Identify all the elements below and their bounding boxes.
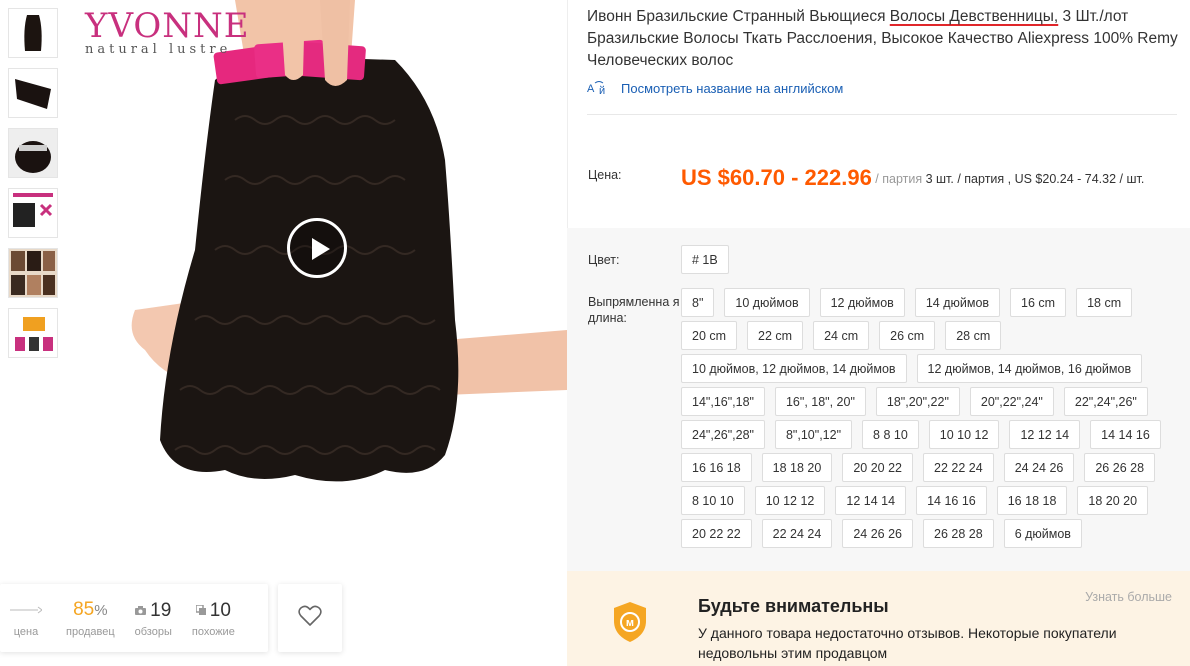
stat-seller[interactable]: 85% продавец [56,598,125,638]
length-option[interactable]: 8" [681,288,715,317]
heart-icon [298,605,322,632]
price-detail: 3 шт. / партия , US $20.24 - 74.32 / шт. [925,172,1145,186]
length-option[interactable]: 18 cm [1076,288,1133,317]
length-option[interactable]: 18 18 20 [761,453,833,482]
length-option[interactable]: 10 12 12 [754,486,826,515]
length-option[interactable]: 24 24 26 [1003,453,1075,482]
title-text-1: Ивонн Бразильские Странный Вьющиеся [587,8,890,25]
wishlist-button[interactable] [278,584,342,652]
price-label: Цена: [588,168,622,182]
length-option[interactable]: 10 10 12 [928,420,1000,449]
divider [587,114,1177,115]
seller-rating-unit: % [94,602,108,619]
warning-heading: Будьте внимательны [698,596,889,616]
length-option[interactable]: 16 16 18 [681,453,752,482]
stat-reviews-label: обзоры [134,626,172,638]
length-option[interactable]: 26 26 28 [1084,453,1156,482]
product-stats-bar: цена 85% продавец 19 обзоры 10 похожие [0,584,268,652]
translate-link[interactable]: Aй Посмотреть название на английском [587,80,1182,98]
price-trend-icon [10,598,43,622]
length-option[interactable]: 26 cm [879,321,936,350]
translate-link-text[interactable]: Посмотреть название на английском [621,81,843,96]
thumbnail-6[interactable] [8,308,58,358]
learn-more-link[interactable]: Узнать больше [1085,590,1172,604]
length-option[interactable]: 22 22 24 [923,453,994,482]
length-option[interactable]: 14 14 16 [1090,420,1161,449]
thumbnail-1[interactable] [8,8,58,58]
length-option[interactable]: 28 cm [945,321,1002,350]
price-unit: / партия [875,172,923,186]
similar-count: 10 [209,600,231,621]
thumbnail-list [8,8,58,368]
length-options: 8" 10 дюймов 12 дюймов 14 дюймов 16 cm 18 cm 2… [681,288,1181,552]
stat-price[interactable]: цена [0,598,56,638]
product-page: YVONNE natural lustre цена 85% продавец … [0,0,1190,666]
play-video-icon[interactable] [287,218,347,278]
length-option[interactable]: 18",20",22" [875,387,960,416]
color-label: Цвет: [588,253,620,267]
title-text-underlined: Волосы Девственницы, [889,8,1059,25]
length-option[interactable]: 12 14 14 [835,486,907,515]
brand-logo: YVONNE natural lustre [85,6,250,57]
length-option[interactable]: 24 cm [813,321,870,350]
length-option[interactable]: 24 26 26 [842,519,914,548]
warning-body: У данного товара недостаточно отзывов. Н… [698,625,1117,661]
length-option[interactable]: 20 20 22 [842,453,914,482]
color-options: # 1B [681,245,1181,278]
svg-text:м: м [626,617,634,629]
length-option[interactable]: 14 дюймов [914,288,1001,317]
stat-similar[interactable]: 10 похожие [182,598,245,638]
main-product-image[interactable]: YVONNE natural lustre [65,0,567,570]
seller-warning: м Будьте внимательны У данного товара не… [567,571,1190,666]
thumbnail-4[interactable] [8,188,58,238]
length-option[interactable]: 20 cm [681,321,738,350]
length-label: Выпрямленна я длина: [588,295,680,325]
svg-text:A: A [587,83,595,95]
reviews-count: 19 [150,600,172,621]
thumbnail-3[interactable] [8,128,58,178]
length-option[interactable]: 20 22 22 [681,519,752,548]
brand-name: YVONNE [85,6,250,46]
length-option[interactable]: 24",26",28" [681,420,765,449]
length-option[interactable]: 10 дюймов, 12 дюймов, 14 дюймов [681,354,907,383]
length-option[interactable]: 10 дюймов [724,288,810,317]
stat-similar-label: похожие [191,626,235,638]
length-option[interactable]: 22",24",26" [1063,387,1148,416]
shield-warning-icon: м [612,601,648,648]
length-option[interactable]: 22 cm [747,321,804,350]
camera-icon [135,598,147,622]
length-option[interactable]: 8 10 10 [681,486,745,515]
length-option[interactable]: 18 20 20 [1077,486,1149,515]
svg-text:й: й [599,85,605,96]
length-option[interactable]: 12 12 14 [1009,420,1081,449]
length-option[interactable]: 26 28 28 [923,519,994,548]
sku-options: Цвет: # 1B Выпрямленна я длина: 8" 10 дюй… [567,228,1190,571]
stat-price-label: цена [13,626,39,638]
thumbnail-5[interactable] [8,248,58,298]
price-range: US $60.70 - 222.96 [681,165,872,190]
length-option[interactable]: 8",10",12" [774,420,853,449]
length-option[interactable]: 12 дюймов [819,288,905,317]
copy-icon [195,598,206,622]
brand-subtitle: natural lustre [85,42,232,57]
thumbnail-2[interactable] [8,68,58,118]
length-option[interactable]: 8 8 10 [862,420,919,449]
length-option[interactable]: 22 24 24 [761,519,833,548]
translate-icon: Aй [587,80,611,97]
color-option[interactable]: # 1B [681,245,729,274]
length-option[interactable]: 16", 18", 20" [774,387,866,416]
price-value-block: US $60.70 - 222.96 / партия 3 шт. / парт… [681,165,1181,190]
length-option[interactable]: 20",22",24" [969,387,1054,416]
length-option[interactable]: 12 дюймов, 14 дюймов, 16 дюймов [916,354,1143,383]
length-option[interactable]: 16 cm [1010,288,1067,317]
length-option[interactable]: 6 дюймов [1003,519,1082,548]
stat-seller-label: продавец [66,626,115,638]
seller-rating-value: 85 [73,599,95,620]
product-info: Ивонн Бразильские Странный Вьющиеся Воло… [587,6,1182,98]
stat-reviews[interactable]: 19 обзоры [125,598,182,638]
product-title: Ивонн Бразильские Странный Вьющиеся Воло… [587,6,1182,72]
length-option[interactable]: 14 16 16 [916,486,987,515]
length-option[interactable]: 16 18 18 [996,486,1068,515]
length-option[interactable]: 14",16",18" [681,387,765,416]
